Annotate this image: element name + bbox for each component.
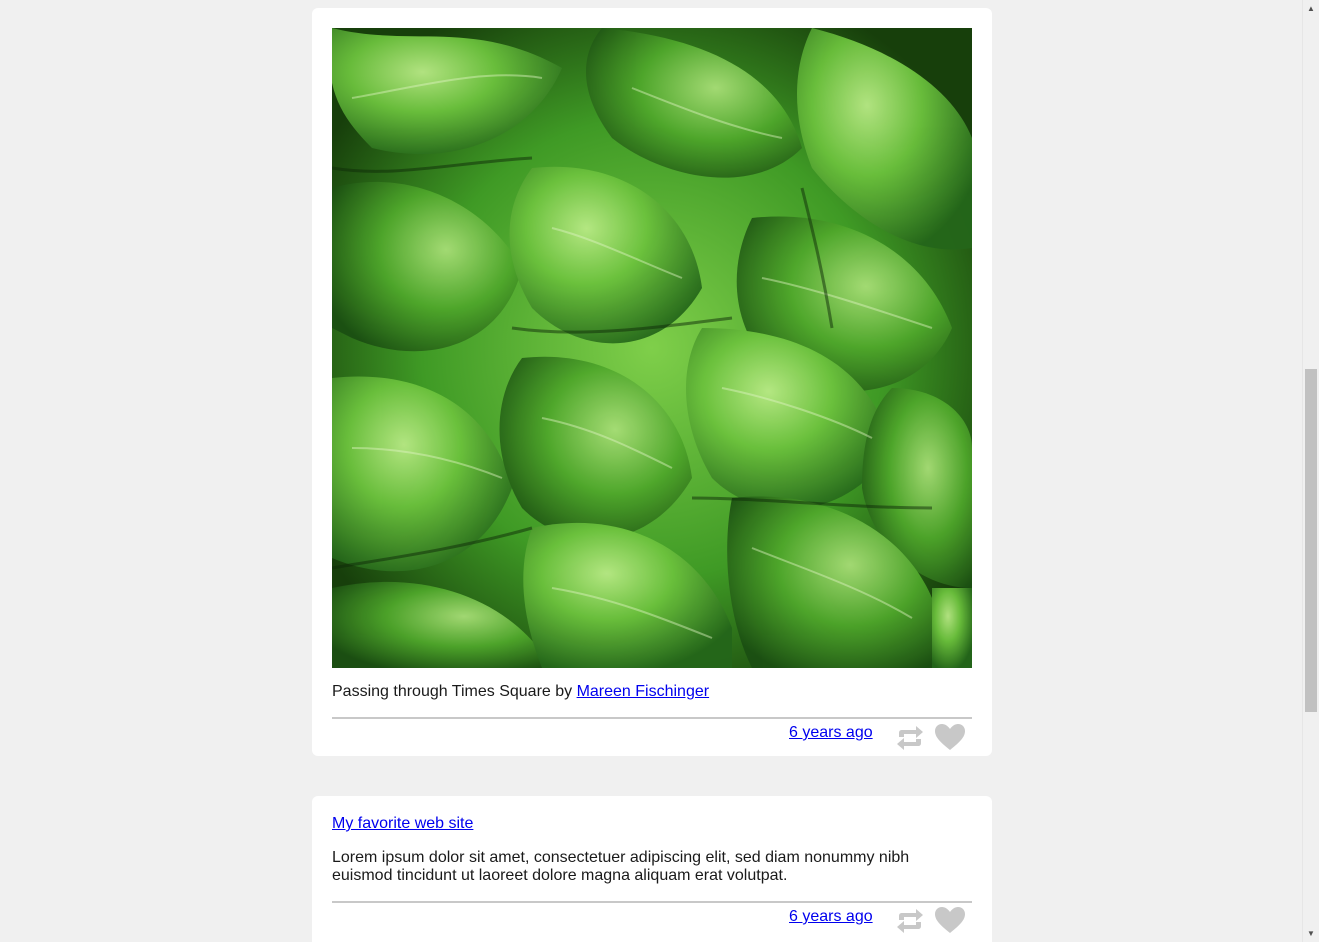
link-post-title[interactable]: My favorite web site bbox=[332, 815, 473, 833]
vertical-scrollbar[interactable]: ▲ ▼ bbox=[1302, 0, 1319, 942]
scrollbar-thumb[interactable] bbox=[1305, 369, 1317, 712]
reblog-icon[interactable] bbox=[895, 908, 925, 934]
link-post-body: Lorem ipsum dolor sit amet, consectetuer… bbox=[332, 849, 910, 884]
heart-icon[interactable] bbox=[934, 723, 965, 750]
post-timestamp-link[interactable]: 6 years ago bbox=[789, 724, 873, 742]
photo-caption: Passing through Times Square by Mareen F… bbox=[332, 683, 709, 701]
post-photo[interactable] bbox=[332, 28, 972, 668]
caption-author-link[interactable]: Mareen Fischinger bbox=[577, 683, 710, 700]
scroll-up-arrow-icon[interactable]: ▲ bbox=[1303, 0, 1319, 17]
post-timestamp-link[interactable]: 6 years ago bbox=[789, 908, 873, 926]
page: Passing through Times Square by Mareen F… bbox=[0, 0, 1319, 942]
caption-text: Passing through Times Square by bbox=[332, 683, 577, 700]
reblog-icon[interactable] bbox=[895, 725, 925, 751]
photo-post-card: Passing through Times Square by Mareen F… bbox=[312, 8, 992, 756]
lettuce-image bbox=[332, 28, 972, 668]
link-post-card: My favorite web site Lorem ipsum dolor s… bbox=[312, 796, 992, 942]
post-divider bbox=[332, 717, 972, 719]
scroll-down-arrow-icon[interactable]: ▼ bbox=[1303, 925, 1319, 942]
post-divider bbox=[332, 901, 972, 903]
heart-icon[interactable] bbox=[934, 906, 965, 933]
